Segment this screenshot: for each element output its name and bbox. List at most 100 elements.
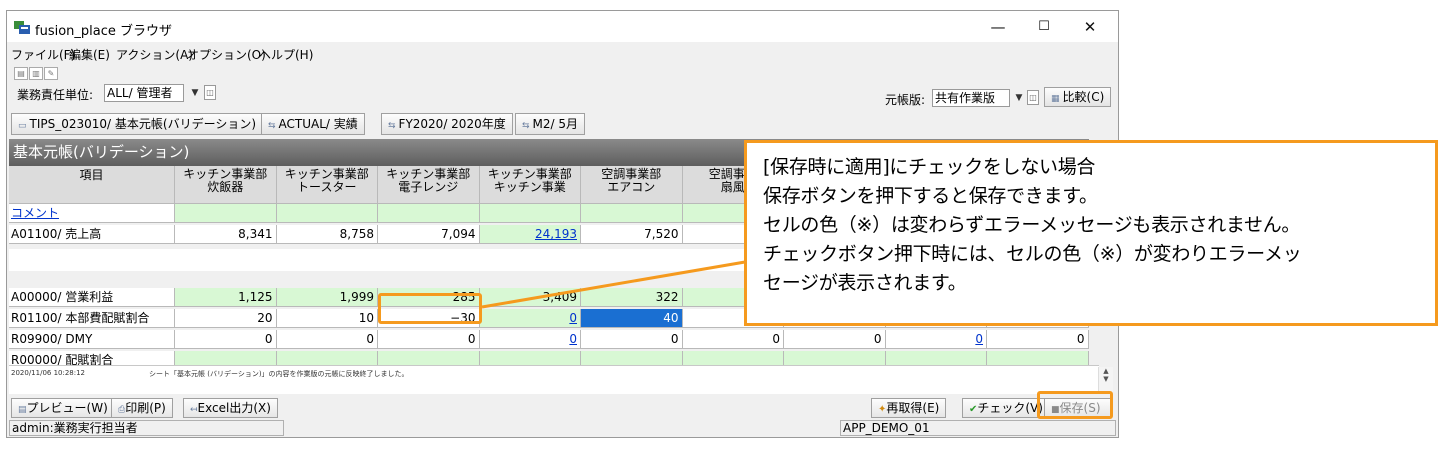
row-label: R09900/ DMY bbox=[9, 330, 175, 349]
compare-icon: ▦ bbox=[1051, 94, 1060, 104]
sheet-icon: ▭ bbox=[18, 121, 27, 131]
grid-cell[interactable]: 0 bbox=[784, 330, 886, 349]
item-header: 項目 bbox=[9, 166, 175, 204]
refetch-label: 再取得(E) bbox=[886, 401, 940, 415]
window-title: fusion_place ブラウザ bbox=[35, 24, 173, 39]
grid-cell[interactable]: 8,341 bbox=[175, 225, 277, 244]
tab-year-label: FY2020/ 2020年度 bbox=[398, 117, 506, 131]
tab-month[interactable]: ⇆ M2/ 5月 bbox=[515, 113, 586, 135]
row-label: R01100/ 本部費配賦割合 bbox=[9, 309, 175, 328]
preview-icon: ▤ bbox=[18, 405, 27, 415]
grid-cell[interactable] bbox=[581, 204, 683, 223]
unit-search-icon[interactable]: ◫ bbox=[204, 85, 216, 100]
grid-cell[interactable] bbox=[175, 204, 277, 223]
log-area: 2020/11/06 10:28:12 シート「基本元帳 (バリデーション)」の… bbox=[9, 365, 1099, 394]
status-user: admin:業務実行担当者 bbox=[9, 420, 284, 436]
row-label: A00000/ 営業利益 bbox=[9, 288, 175, 307]
grid-cell[interactable] bbox=[276, 204, 378, 223]
grid-cell[interactable]: 0 bbox=[479, 330, 581, 349]
title-bar: fusion_place ブラウザ — ☐ ✕ bbox=[7, 11, 1118, 42]
column-header-line: トースター bbox=[297, 180, 357, 194]
dimension-icon: ⇆ bbox=[522, 121, 530, 131]
column-header: 空調事業部 エアコン bbox=[581, 166, 683, 204]
ledger-label: 元帳版: bbox=[885, 93, 926, 107]
callout-line-2: 保存ボタンを押下すると保存できます。 bbox=[763, 185, 1098, 207]
grid-cell[interactable]: 1,999 bbox=[276, 288, 378, 307]
close-button[interactable]: ✕ bbox=[1067, 15, 1113, 39]
refetch-button[interactable]: ✦再取得(E) bbox=[871, 398, 947, 418]
tab-year[interactable]: ⇆ FY2020/ 2020年度 bbox=[381, 113, 513, 135]
tab-month-label: M2/ 5月 bbox=[532, 117, 579, 131]
tab-scenario-label: ACTUAL/ 実績 bbox=[278, 117, 358, 131]
grid-cell[interactable]: 24,193 bbox=[479, 225, 581, 244]
grid-cell[interactable]: 3,409 bbox=[479, 288, 581, 307]
unit-label: 業務責任単位: bbox=[17, 88, 94, 102]
grid-cell[interactable]: 0 bbox=[378, 330, 480, 349]
unit-select[interactable]: ALL/ 管理者 bbox=[104, 84, 184, 102]
unit-dropdown-icon[interactable]: ▼ bbox=[188, 85, 202, 101]
menu-option[interactable]: オプション(O) bbox=[187, 46, 266, 63]
menu-file[interactable]: ファイル(F) bbox=[11, 46, 75, 63]
ledger-search-icon[interactable]: ◫ bbox=[1027, 90, 1039, 105]
compare-button[interactable]: ▦ 比較(C) bbox=[1044, 87, 1112, 107]
grid-cell[interactable]: 40 bbox=[581, 309, 683, 328]
dimension-icon: ⇆ bbox=[268, 121, 276, 131]
grid-cell[interactable]: 10 bbox=[276, 309, 378, 328]
grid-cell[interactable]: 0 bbox=[682, 330, 784, 349]
callout-line-5: セージが表示されます。 bbox=[763, 272, 967, 294]
grid-cell[interactable]: 322 bbox=[581, 288, 683, 307]
callout-line-1: [保存時に適用]にチェックをしない場合 bbox=[763, 156, 1096, 178]
excel-label: Excel出力(X) bbox=[197, 401, 271, 415]
compare-label: 比較(C) bbox=[1062, 90, 1105, 104]
copy-icon[interactable]: ▤ bbox=[14, 67, 28, 80]
highlight-save-button bbox=[1037, 391, 1113, 419]
edit-icon[interactable]: ✎ bbox=[44, 67, 58, 80]
status-bar: admin:業務実行担当者 APP_DEMO_01 bbox=[7, 419, 1118, 437]
log-scrollbar[interactable]: ▲ ▼ bbox=[1098, 367, 1113, 393]
grid-cell[interactable]: 0 bbox=[175, 330, 277, 349]
grid-cell[interactable]: 0 bbox=[885, 330, 987, 349]
maximize-button[interactable]: ☐ bbox=[1021, 15, 1067, 39]
callout-line-4: チェックボタン押下時には、セルの色（※）が変わりエラーメッ bbox=[763, 243, 1302, 265]
column-header: キッチン事業部 トースター bbox=[276, 166, 378, 204]
callout-note: [保存時に適用]にチェックをしない場合 保存ボタンを押下すると保存できます。 セ… bbox=[744, 140, 1438, 326]
preview-label: プレビュー(W) bbox=[26, 401, 108, 415]
dimension-icon: ⇆ bbox=[388, 121, 396, 131]
tab-sheet[interactable]: ▭ TIPS_023010/ 基本元帳(バリデーション) bbox=[11, 113, 264, 135]
highlight-negative-cell bbox=[378, 293, 482, 324]
excel-button[interactable]: ↤Excel出力(X) bbox=[183, 398, 278, 418]
check-label: チェック(V) bbox=[977, 401, 1043, 415]
callout-line-3: セルの色（※）は変わらずエラーメッセージも表示されません。 bbox=[763, 214, 1301, 236]
menu-help[interactable]: ヘルプ(H) bbox=[259, 46, 313, 63]
menu-action[interactable]: アクション(A) bbox=[116, 46, 193, 63]
ledger-dropdown-icon[interactable]: ▼ bbox=[1012, 90, 1026, 106]
minimize-button[interactable]: — bbox=[975, 15, 1021, 39]
grid-cell[interactable]: 7,094 bbox=[378, 225, 480, 244]
menu-edit[interactable]: 編集(E) bbox=[69, 46, 110, 63]
paste-icon[interactable]: ▥ bbox=[29, 67, 43, 80]
grid-cell[interactable]: 0 bbox=[581, 330, 683, 349]
print-button[interactable]: ⎙印刷(P) bbox=[111, 398, 173, 418]
log-timestamp: 2020/11/06 10:28:12 bbox=[11, 369, 86, 377]
grid-cell[interactable]: 0 bbox=[987, 330, 1089, 349]
ledger-select[interactable]: 共有作業版 bbox=[932, 89, 1010, 107]
grid-cell[interactable]: 0 bbox=[479, 309, 581, 328]
grid-cell[interactable]: 0 bbox=[276, 330, 378, 349]
grid-cell[interactable]: 8,758 bbox=[276, 225, 378, 244]
row-label: A01100/ 売上高 bbox=[9, 225, 175, 244]
grid-cell[interactable]: 7,520 bbox=[581, 225, 683, 244]
column-header-line: エアコン bbox=[607, 180, 656, 194]
app-icon bbox=[14, 21, 30, 34]
preview-button[interactable]: ▤プレビュー(W) bbox=[11, 398, 115, 418]
column-header: キッチン事業部 電子レンジ bbox=[378, 166, 480, 204]
grid-cell[interactable]: 20 bbox=[175, 309, 277, 328]
tab-scenario[interactable]: ⇆ ACTUAL/ 実績 bbox=[261, 113, 365, 135]
grid-cell[interactable] bbox=[479, 204, 581, 223]
excel-icon: ↤ bbox=[190, 405, 198, 415]
row-label: コメント bbox=[9, 204, 175, 223]
print-label: 印刷(P) bbox=[125, 401, 166, 415]
grid-cell[interactable]: 1,125 bbox=[175, 288, 277, 307]
grid-cell[interactable] bbox=[378, 204, 480, 223]
column-header-line: 炊飯器 bbox=[207, 180, 244, 194]
column-header: キッチン事業部 炊飯器 bbox=[175, 166, 277, 204]
